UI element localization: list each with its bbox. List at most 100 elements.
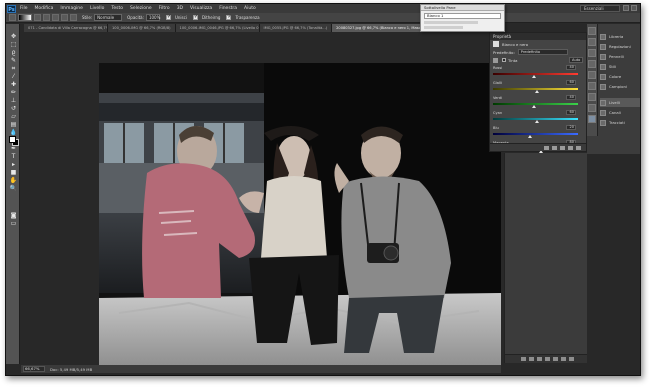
- marquee-tool-icon[interactable]: ⬚: [8, 41, 19, 48]
- new-layer-icon[interactable]: [561, 357, 566, 361]
- tinta-checkbox[interactable]: [502, 58, 506, 62]
- popup-name-field[interactable]: Bianco 1: [424, 13, 501, 19]
- foreground-color-swatch[interactable]: [9, 136, 16, 143]
- lasso-tool-icon[interactable]: ϱ: [8, 49, 19, 56]
- actions-panel-icon[interactable]: [588, 38, 596, 46]
- menu-3d[interactable]: 3D: [177, 6, 183, 11]
- menu-immagine[interactable]: Immagine: [60, 6, 83, 11]
- canvas-area[interactable]: [21, 33, 501, 368]
- layer-style-icon[interactable]: [529, 357, 534, 361]
- menu-finestra[interactable]: Finestra: [219, 6, 237, 11]
- link-layers-icon[interactable]: [521, 357, 526, 361]
- delete-layer-icon[interactable]: [569, 357, 574, 361]
- slider-value-field[interactable]: 60: [566, 110, 576, 115]
- slider-value-field[interactable]: 40: [566, 65, 576, 70]
- view-previous-icon[interactable]: [552, 145, 557, 150]
- slider-handle[interactable]: [535, 90, 540, 93]
- pen-tool-icon[interactable]: ✒: [8, 145, 19, 152]
- gradient-preview-icon[interactable]: [18, 14, 32, 21]
- minimize-button[interactable]: [623, 5, 629, 11]
- dock-item-livelli[interactable]: Livelli: [600, 98, 640, 107]
- radial-gradient-icon[interactable]: [43, 14, 50, 21]
- move-tool-icon[interactable]: ✥: [8, 33, 19, 40]
- clone-panel-icon[interactable]: [588, 93, 596, 101]
- screen-mode-icon[interactable]: ▭: [8, 220, 19, 227]
- angle-gradient-icon[interactable]: [52, 14, 59, 21]
- menu-filtro[interactable]: Filtro: [159, 6, 170, 11]
- hand-tool-icon[interactable]: ✋: [8, 177, 19, 184]
- document-image[interactable]: [99, 63, 501, 368]
- zoom-field[interactable]: 66,67%: [23, 366, 45, 372]
- diamond-gradient-icon[interactable]: [70, 14, 77, 21]
- menu-file[interactable]: File: [20, 6, 28, 11]
- doc-tab-4[interactable]: IMG_0055.JPG @ 66,7% (Tonalità...): [259, 24, 333, 32]
- slider-value-field[interactable]: 60: [566, 80, 576, 85]
- slider-handle[interactable]: [531, 75, 536, 78]
- linear-gradient-icon[interactable]: [34, 14, 41, 21]
- clip-to-layer-icon[interactable]: [544, 145, 549, 150]
- doc-tab-3[interactable]: 100_0006-IMG_0046.JPG @ 66,7% (Livello 0…: [175, 24, 260, 32]
- dock-item-pennelli[interactable]: Pennelli: [600, 52, 640, 61]
- reset-icon[interactable]: [560, 145, 565, 150]
- properties-header[interactable]: Proprietà: [490, 33, 586, 40]
- slider-value-field[interactable]: 20: [566, 125, 576, 130]
- history-panel-icon[interactable]: [588, 27, 596, 35]
- shape-tool-icon[interactable]: ■: [8, 169, 19, 176]
- stile-select[interactable]: Normale: [94, 14, 123, 21]
- healing-brush-tool-icon[interactable]: ✚: [8, 81, 19, 88]
- doc-tab-2[interactable]: 100_0006-IMG @ 66,7% (RGB/8): [108, 24, 176, 32]
- menu-livello[interactable]: Livello: [90, 6, 104, 11]
- doc-tab-1[interactable]: 071 - Candidata di Villa Carracagna @ 66…: [24, 24, 108, 32]
- crop-tool-icon[interactable]: ⌗: [8, 65, 19, 72]
- clone-stamp-tool-icon[interactable]: ⊥: [8, 97, 19, 104]
- quick-select-tool-icon[interactable]: ✎: [8, 57, 19, 64]
- paragraph-panel-icon[interactable]: [588, 71, 596, 79]
- dock-item-campioni[interactable]: Campioni: [600, 82, 640, 91]
- slider-handle[interactable]: [535, 120, 540, 123]
- opacita-field[interactable]: 100%: [145, 14, 160, 21]
- dithering-checkbox[interactable]: [192, 14, 198, 20]
- eyedropper-tool-icon[interactable]: ⁄: [8, 73, 19, 80]
- reflected-gradient-icon[interactable]: [61, 14, 68, 21]
- preset-select[interactable]: Predefinito: [517, 49, 568, 55]
- targeted-adjust-icon[interactable]: [493, 57, 498, 63]
- new-adjustment-icon[interactable]: [545, 357, 550, 361]
- dock-item-tracciati[interactable]: Tracciati: [600, 118, 640, 127]
- dock-item-colore[interactable]: Colore: [600, 72, 640, 81]
- close-button[interactable]: [631, 5, 637, 11]
- dock-item-regolazioni[interactable]: Regolazioni: [600, 42, 640, 51]
- trash-icon[interactable]: [576, 145, 581, 150]
- type-tool-icon[interactable]: T: [8, 153, 19, 160]
- workspace-selector[interactable]: Essenziali: [580, 5, 620, 12]
- inverti-checkbox[interactable]: [165, 14, 171, 20]
- visibility-icon[interactable]: [568, 145, 573, 150]
- new-group-icon[interactable]: [553, 357, 558, 361]
- menu-visualizza[interactable]: Visualizza: [190, 6, 212, 11]
- tool-preset-icon[interactable]: [9, 14, 16, 21]
- layer-comps-icon[interactable]: [588, 104, 596, 112]
- brush-panel-icon[interactable]: [588, 82, 596, 90]
- menu-modifica[interactable]: Modifica: [35, 6, 54, 11]
- dock-item-stili[interactable]: Stili: [600, 62, 640, 71]
- dock-item-canali[interactable]: Canali: [600, 108, 640, 117]
- gradient-tool-icon[interactable]: ▤: [8, 121, 19, 128]
- quick-mask-icon[interactable]: ◙: [8, 212, 19, 219]
- slider-track[interactable]: [493, 133, 578, 135]
- slider-value-field[interactable]: 40: [566, 95, 576, 100]
- dock-item-libreria[interactable]: Libreria: [600, 32, 640, 41]
- menu-testo[interactable]: Testo: [111, 6, 123, 11]
- brush-tool-icon[interactable]: ✏: [8, 89, 19, 96]
- document-info[interactable]: Doc: 5,49 MB/5,49 MB: [50, 367, 92, 372]
- slider-handle[interactable]: [528, 135, 533, 138]
- blur-tool-icon[interactable]: 💧: [8, 129, 19, 136]
- eraser-tool-icon[interactable]: ▱: [8, 113, 19, 120]
- menu-aiuto[interactable]: Aiuto: [244, 6, 256, 11]
- zoom-tool-icon[interactable]: 🔍: [8, 185, 19, 192]
- auto-button[interactable]: Auto: [569, 57, 583, 63]
- properties-panel-icon[interactable]: [588, 115, 596, 123]
- add-mask-icon[interactable]: [537, 357, 542, 361]
- slider-handle[interactable]: [531, 105, 536, 108]
- trasparenza-checkbox[interactable]: [226, 14, 232, 20]
- menu-selezione[interactable]: Selezione: [130, 6, 152, 11]
- character-panel-icon[interactable]: [588, 60, 596, 68]
